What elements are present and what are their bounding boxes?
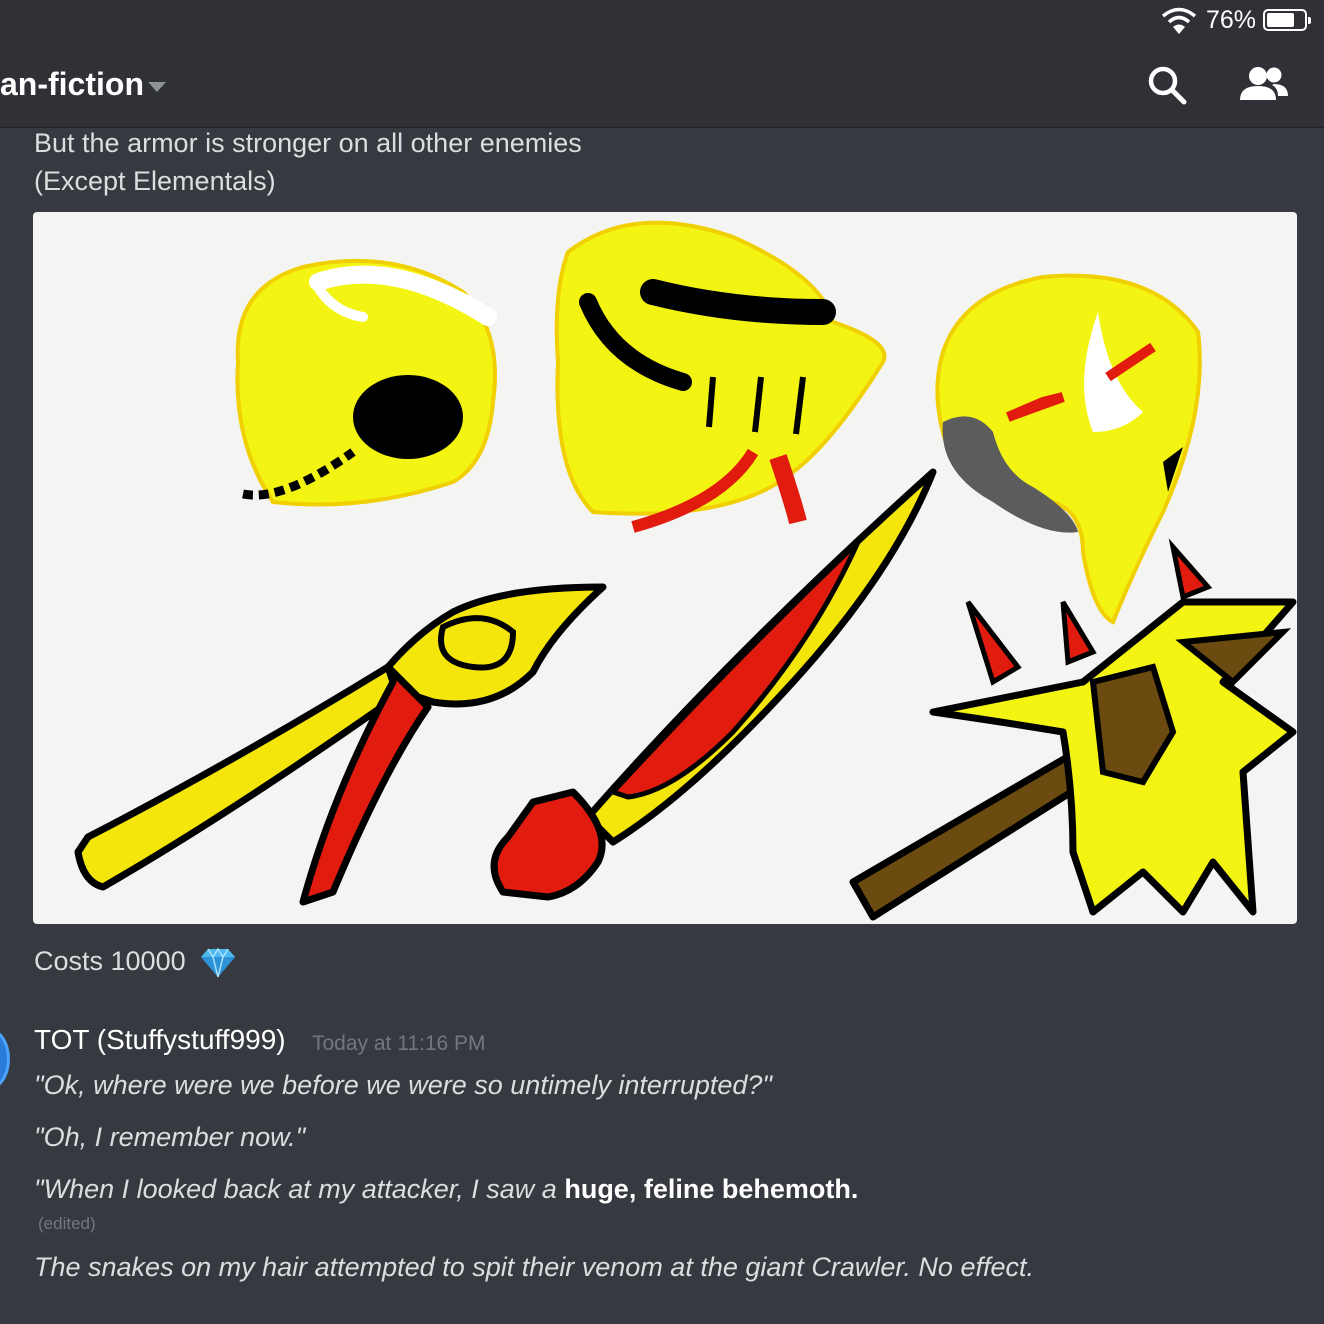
image-attachment[interactable] [33,212,1297,924]
status-bar: 76% [0,0,1324,44]
chevron-down-icon[interactable] [148,82,166,92]
gem-icon [201,947,236,978]
channel-name[interactable]: an-fiction [0,66,144,103]
helmet-drawing-1 [235,258,497,507]
message-text: "When I looked back at my attacker, I sa… [34,1174,858,1205]
author-name[interactable]: TOT (Stuffystuff999) [34,1024,286,1056]
drawing-image [74,220,1297,921]
message-text: "Ok, where were we before we were so unt… [34,1070,773,1100]
battery-percent: 76% [1206,6,1257,34]
members-icon[interactable] [1238,64,1290,108]
bold-text: huge, feline behemoth. [564,1174,859,1204]
battery-icon [1263,9,1311,31]
search-icon[interactable] [1146,64,1190,108]
sword-drawing [490,468,937,901]
message-text: "Oh, I remember now." [34,1122,306,1152]
message-text-part: "When I looked back at my attacker, I sa… [34,1174,565,1204]
edited-label: (edited) [38,1214,96,1233]
mace-drawing [849,538,1297,921]
message-timestamp: Today at 11:16 PM [312,1032,486,1055]
helmet-drawing-3 [935,273,1202,625]
message-text: (Except Elementals) [34,166,276,196]
helmet-drawing-2 [554,220,887,533]
costs-line: Costs 10000 [34,946,237,979]
message-text: But the armor is stronger on all other e… [34,128,582,158]
wifi-icon [1161,7,1197,34]
avatar[interactable] [0,1028,10,1090]
costs-text: Costs 10000 [34,946,186,976]
channel-header: an-fiction [0,44,1324,128]
message-text: The snakes on my hair attempted to spit … [34,1252,1034,1282]
